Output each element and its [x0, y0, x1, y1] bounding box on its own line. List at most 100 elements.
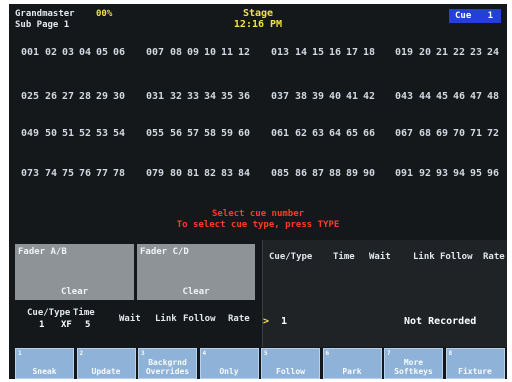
channel-14[interactable]: 14: [295, 47, 307, 58]
channel-06[interactable]: 06: [113, 47, 125, 58]
channel-073[interactable]: 073: [21, 168, 39, 179]
channel-92[interactable]: 92: [419, 168, 431, 179]
channel-013[interactable]: 013: [271, 47, 289, 58]
channel-59[interactable]: 59: [221, 128, 233, 139]
softkey-park[interactable]: 6 Park: [322, 348, 382, 379]
channel-36[interactable]: 36: [238, 91, 250, 102]
channel-81[interactable]: 81: [187, 168, 199, 179]
softkey-follow[interactable]: 5 Follow: [261, 348, 320, 379]
channel-031[interactable]: 031: [146, 91, 164, 102]
channel-63[interactable]: 63: [312, 128, 324, 139]
channel-38[interactable]: 38: [295, 91, 307, 102]
channel-085[interactable]: 085: [271, 168, 289, 179]
channel-019[interactable]: 019: [395, 47, 413, 58]
channel-42[interactable]: 42: [363, 91, 375, 102]
channel-95[interactable]: 95: [470, 168, 482, 179]
channel-18[interactable]: 18: [363, 47, 375, 58]
channel-29[interactable]: 29: [96, 91, 108, 102]
channel-88[interactable]: 88: [329, 168, 341, 179]
softkey-backgrnd-overrides[interactable]: 3 Backgrnd Overrides: [138, 348, 197, 379]
channel-16[interactable]: 16: [329, 47, 341, 58]
channel-40[interactable]: 40: [329, 91, 341, 102]
channel-02[interactable]: 02: [45, 47, 57, 58]
channel-30[interactable]: 30: [113, 91, 125, 102]
channel-76[interactable]: 76: [79, 168, 91, 179]
channel-86[interactable]: 86: [295, 168, 307, 179]
channel-061[interactable]: 061: [271, 128, 289, 139]
softkey-more-softkeys[interactable]: 7 More Softkeys: [384, 348, 443, 379]
channel-93[interactable]: 93: [436, 168, 448, 179]
channel-47[interactable]: 47: [470, 91, 482, 102]
channel-89[interactable]: 89: [346, 168, 358, 179]
channel-45[interactable]: 45: [436, 91, 448, 102]
channel-08[interactable]: 08: [170, 47, 182, 58]
channel-96[interactable]: 96: [487, 168, 499, 179]
channel-049[interactable]: 049: [21, 128, 39, 139]
channel-17[interactable]: 17: [346, 47, 358, 58]
softkey-only[interactable]: 4 Only: [199, 348, 259, 379]
channel-74[interactable]: 74: [45, 168, 57, 179]
channel-60[interactable]: 60: [238, 128, 250, 139]
channel-09[interactable]: 09: [187, 47, 199, 58]
channel-78[interactable]: 78: [113, 168, 125, 179]
channel-025[interactable]: 025: [21, 91, 39, 102]
channel-44[interactable]: 44: [419, 91, 431, 102]
selected-cue-row[interactable]: > 1 Not Recorded: [263, 316, 507, 330]
channel-12[interactable]: 12: [238, 47, 250, 58]
channel-055[interactable]: 055: [146, 128, 164, 139]
channel-94[interactable]: 94: [453, 168, 465, 179]
channel-34[interactable]: 34: [204, 91, 216, 102]
fader-cd[interactable]: Fader C/D Clear: [137, 244, 255, 300]
channel-68[interactable]: 68: [419, 128, 431, 139]
channel-32[interactable]: 32: [170, 91, 182, 102]
channel-69[interactable]: 69: [436, 128, 448, 139]
channel-26[interactable]: 26: [45, 91, 57, 102]
channel-54[interactable]: 54: [113, 128, 125, 139]
channel-39[interactable]: 39: [312, 91, 324, 102]
channel-001[interactable]: 001: [21, 47, 39, 58]
channel-82[interactable]: 82: [204, 168, 216, 179]
channel-043[interactable]: 043: [395, 91, 413, 102]
channel-10[interactable]: 10: [204, 47, 216, 58]
channel-64[interactable]: 64: [329, 128, 341, 139]
channel-23[interactable]: 23: [470, 47, 482, 58]
channel-04[interactable]: 04: [79, 47, 91, 58]
softkey-update[interactable]: 2 Update: [76, 348, 136, 379]
channel-41[interactable]: 41: [346, 91, 358, 102]
channel-77[interactable]: 77: [96, 168, 108, 179]
channel-58[interactable]: 58: [204, 128, 216, 139]
softkey-fixture[interactable]: 8 Fixture: [445, 348, 505, 379]
softkey-sneak[interactable]: 1 Sneak: [15, 348, 74, 379]
channel-71[interactable]: 71: [470, 128, 482, 139]
channel-65[interactable]: 65: [346, 128, 358, 139]
channel-05[interactable]: 05: [96, 47, 108, 58]
channel-48[interactable]: 48: [487, 91, 499, 102]
channel-28[interactable]: 28: [79, 91, 91, 102]
channel-70[interactable]: 70: [453, 128, 465, 139]
channel-83[interactable]: 83: [221, 168, 233, 179]
channel-067[interactable]: 067: [395, 128, 413, 139]
channel-091[interactable]: 091: [395, 168, 413, 179]
channel-27[interactable]: 27: [62, 91, 74, 102]
channel-35[interactable]: 35: [221, 91, 233, 102]
channel-66[interactable]: 66: [363, 128, 375, 139]
channel-037[interactable]: 037: [271, 91, 289, 102]
fader-ab[interactable]: Fader A/B Clear: [15, 244, 134, 300]
channel-84[interactable]: 84: [238, 168, 250, 179]
channel-80[interactable]: 80: [170, 168, 182, 179]
channel-62[interactable]: 62: [295, 128, 307, 139]
channel-21[interactable]: 21: [436, 47, 448, 58]
channel-72[interactable]: 72: [487, 128, 499, 139]
channel-22[interactable]: 22: [453, 47, 465, 58]
channel-50[interactable]: 50: [45, 128, 57, 139]
channel-75[interactable]: 75: [62, 168, 74, 179]
channel-56[interactable]: 56: [170, 128, 182, 139]
channel-24[interactable]: 24: [487, 47, 499, 58]
channel-079[interactable]: 079: [146, 168, 164, 179]
channel-007[interactable]: 007: [146, 47, 164, 58]
channel-53[interactable]: 53: [96, 128, 108, 139]
channel-33[interactable]: 33: [187, 91, 199, 102]
channel-11[interactable]: 11: [221, 47, 233, 58]
channel-57[interactable]: 57: [187, 128, 199, 139]
channel-87[interactable]: 87: [312, 168, 324, 179]
